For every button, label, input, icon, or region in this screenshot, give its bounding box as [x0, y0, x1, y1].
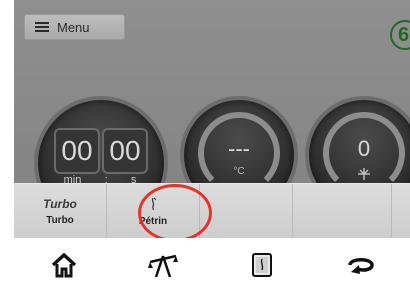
kneading-button[interactable]: Pétrin	[107, 184, 200, 239]
timer-seconds: 00	[102, 128, 148, 174]
home-icon	[51, 252, 76, 277]
scale-button[interactable]	[133, 245, 193, 285]
turbo-button[interactable]: Turbo Turbo	[14, 184, 107, 239]
speed-value: 0	[357, 136, 371, 161]
reverse-rotation-button[interactable]	[331, 245, 391, 285]
menu-label: Menu	[57, 19, 90, 35]
empty-function-slot-2[interactable]	[293, 184, 392, 239]
menu-icon	[35, 22, 49, 32]
reverse-rotation-icon	[347, 257, 374, 274]
turbo-label: Turbo	[46, 215, 74, 226]
speed-icon	[358, 168, 370, 180]
recipe-book-icon	[251, 252, 272, 277]
home-button[interactable]	[34, 245, 94, 285]
thermomix-screen: Menu 6 00 00 min : s --- °C 0 Turbo Turb…	[14, 0, 410, 291]
menu-button[interactable]: Menu	[24, 14, 125, 40]
scale-icon	[147, 254, 178, 277]
timer-minutes: 00	[54, 128, 100, 174]
temperature-unit: °C	[233, 166, 245, 177]
empty-function-slot-1[interactable]	[200, 184, 293, 239]
kneading-label: Pétrin	[138, 215, 168, 227]
step-badge: 6	[390, 20, 410, 50]
temperature-value: ---	[228, 136, 250, 161]
bottom-navigation	[14, 238, 410, 291]
kneading-icon	[151, 197, 157, 210]
function-bar: Turbo Turbo Pétrin	[14, 183, 410, 239]
turbo-logo: Turbo	[43, 197, 77, 211]
recipe-button[interactable]	[232, 245, 292, 285]
